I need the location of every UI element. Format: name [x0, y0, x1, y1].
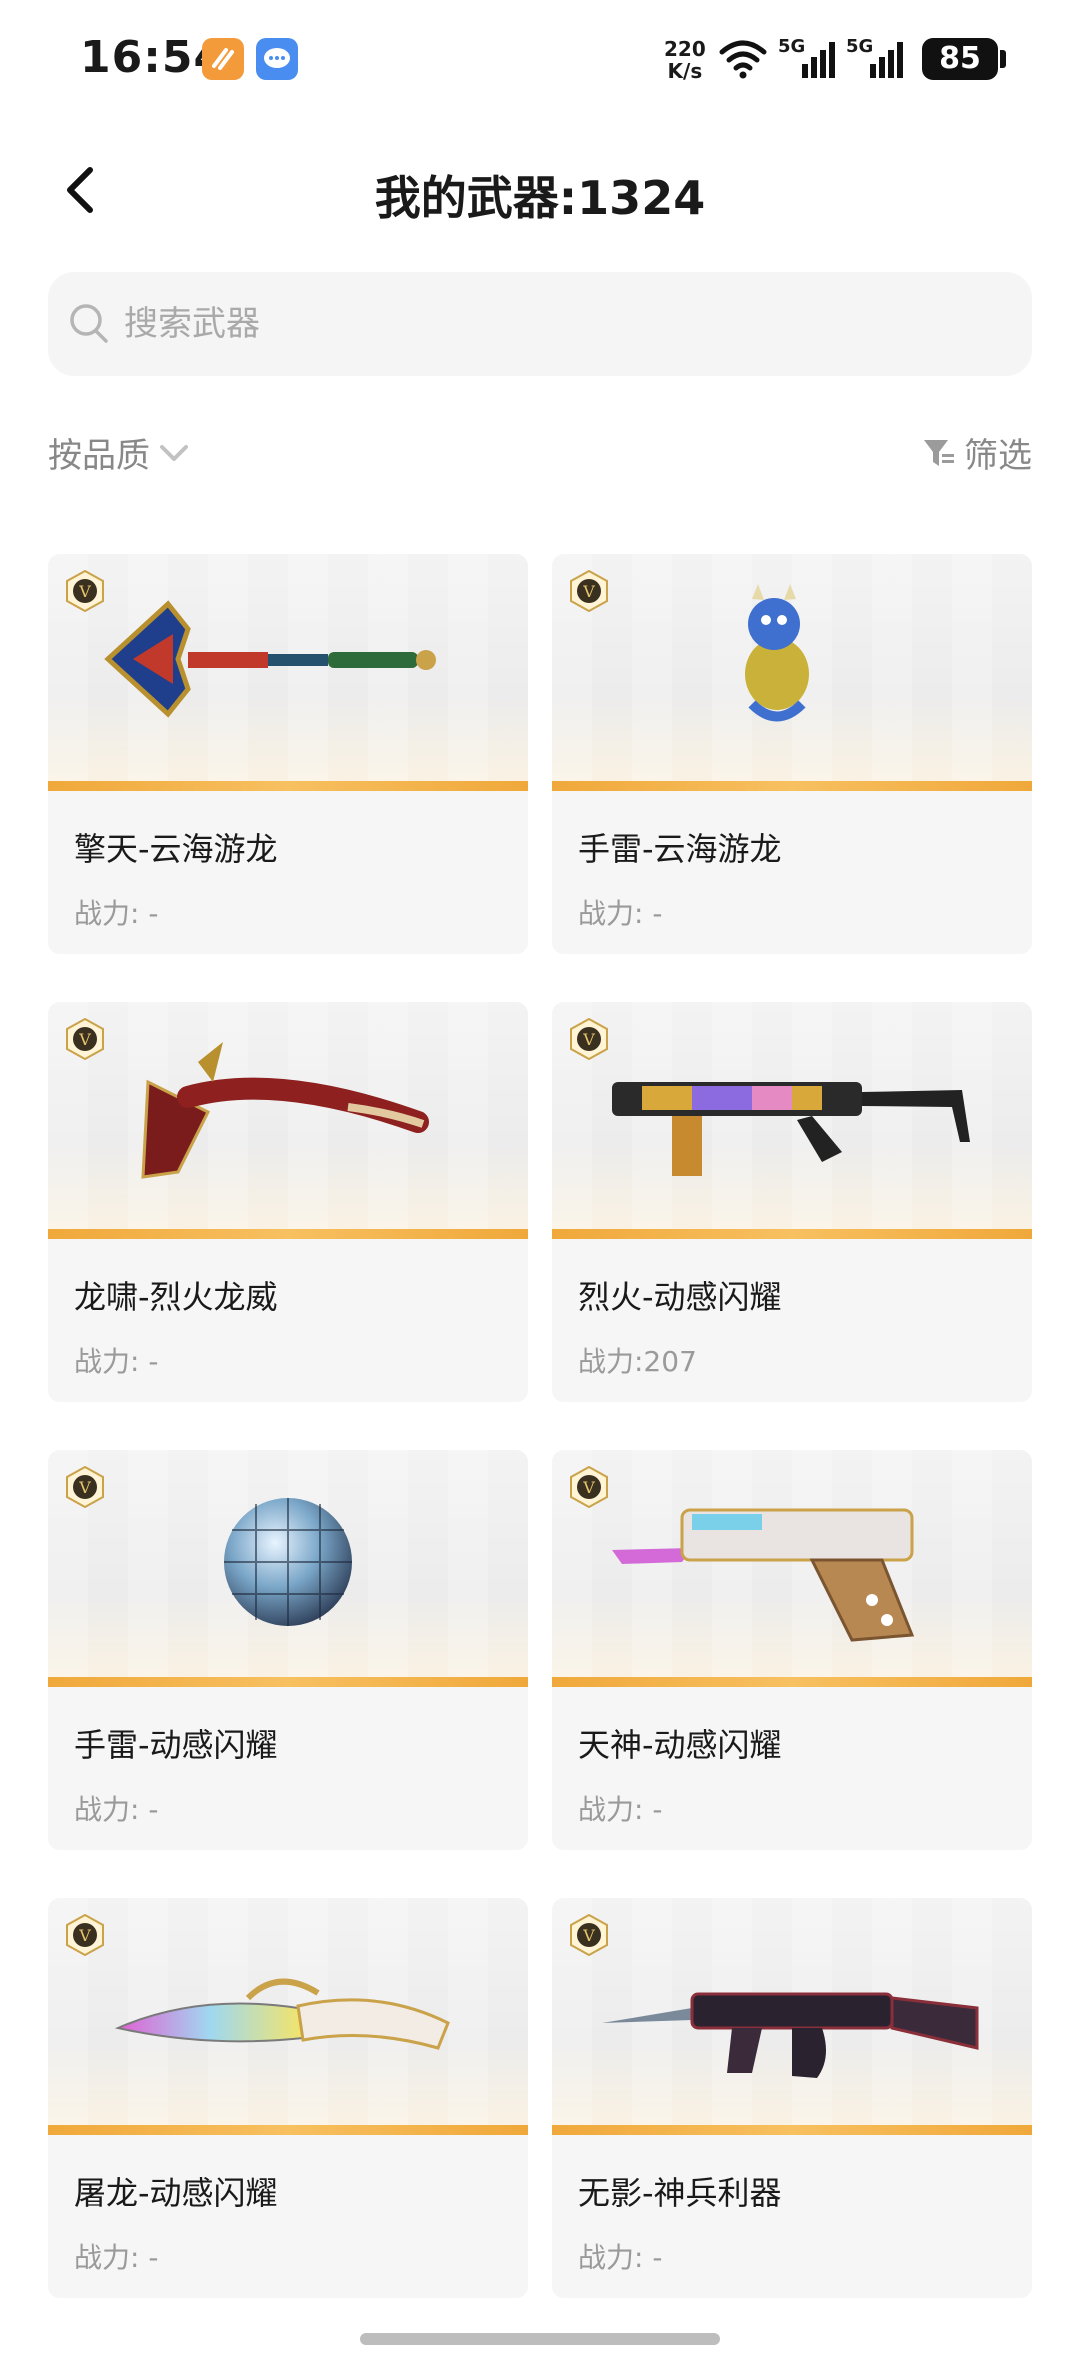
v-rank-badge-icon: V — [570, 1018, 608, 1060]
svg-text:V: V — [78, 1478, 91, 1497]
sort-by-quality-dropdown[interactable]: 按品质 — [48, 428, 190, 477]
weapon-name: 擎天-云海游龙 — [74, 830, 278, 868]
submachine-gun-icon — [612, 1082, 970, 1176]
weapon-name: 无影-神兵利器 — [578, 2174, 782, 2212]
weapon-power: 战力: - — [74, 897, 159, 930]
weapon-power: 战力:207 — [578, 1345, 697, 1378]
disco-ball-grenade-icon — [224, 1498, 352, 1626]
weapon-power: 战力: - — [578, 2241, 663, 2274]
svg-text:V: V — [582, 1030, 595, 1049]
weapon-name: 手雷-动感闪耀 — [74, 1726, 278, 1764]
weapon-image: V — [552, 554, 1032, 791]
search-input[interactable] — [124, 272, 1004, 376]
svg-text:V: V — [582, 1926, 595, 1945]
chevron-down-icon — [160, 444, 188, 461]
message-app-icon — [256, 38, 298, 80]
weapon-card[interactable]: V 天神-动感闪耀 战力: - — [552, 1450, 1032, 1850]
search-icon — [70, 304, 108, 343]
pistol-icon — [612, 1508, 915, 1642]
orange-app-icon — [202, 38, 244, 80]
weapon-card[interactable]: V 烈火-动感闪耀 战力:207 — [552, 1002, 1032, 1402]
v-rank-badge-icon: V — [66, 1914, 104, 1956]
home-indicator[interactable] — [360, 2333, 720, 2345]
knife-icon — [114, 1978, 450, 2050]
filter-button[interactable]: 筛选 — [922, 428, 1032, 477]
search-box[interactable] — [48, 272, 1032, 376]
battery-tip — [1000, 50, 1006, 68]
weapon-card[interactable]: V 龙啸-烈火龙威 战力: - — [48, 1002, 528, 1402]
sort-label: 按品质 — [48, 436, 150, 476]
page-title: 我的武器:1324 — [374, 171, 706, 225]
weapon-card[interactable]: V 手雷-动感闪耀 战力: - — [48, 1450, 528, 1850]
status-bar: 16:54 220 K/s 5G 5G 85 — [0, 0, 1080, 120]
weapon-image: V — [48, 1898, 528, 2135]
svg-text:V: V — [78, 1030, 91, 1049]
weapon-power: 战力: - — [74, 1793, 159, 1826]
battery-icon: 85 — [922, 38, 998, 80]
signal-icon: 5G — [778, 36, 842, 80]
weapon-name: 龙啸-烈火龙威 — [74, 1278, 278, 1316]
network-speed: 220 K/s — [664, 37, 706, 83]
v-rank-badge-icon: V — [570, 1914, 608, 1956]
weapon-image: V — [48, 1450, 528, 1687]
weapon-card[interactable]: V 手雷-云海游龙 战力: - — [552, 554, 1032, 954]
weapon-name: 屠龙-动感闪耀 — [74, 2174, 278, 2212]
signal-icon-2: 5G — [846, 36, 910, 80]
dragon-shovel-icon — [104, 600, 436, 718]
v-rank-badge-icon: V — [570, 570, 608, 612]
v-rank-badge-icon: V — [570, 1466, 608, 1508]
v-rank-badge-icon: V — [66, 1466, 104, 1508]
weapon-name: 手雷-云海游龙 — [578, 830, 782, 868]
weapon-card[interactable]: V 屠龙-动感闪耀 战力: - — [48, 1898, 528, 2298]
v-rank-badge-icon: V — [66, 570, 104, 612]
dragon-axe-icon — [141, 1042, 429, 1179]
weapon-power: 战力: - — [578, 1793, 663, 1826]
weapon-name: 烈火-动感闪耀 — [578, 1278, 782, 1316]
weapon-image: V — [552, 1450, 1032, 1687]
weapon-image: V — [552, 1002, 1032, 1239]
weapon-name: 天神-动感闪耀 — [578, 1726, 782, 1764]
dragon-grenade-icon — [745, 584, 809, 722]
weapon-power: 战力: - — [578, 897, 663, 930]
v-rank-badge-icon: V — [66, 1018, 104, 1060]
weapon-image: V — [48, 554, 528, 791]
weapon-image: V — [552, 1898, 1032, 2135]
weapon-card[interactable]: V 擎天-云海游龙 战力: - — [48, 554, 528, 954]
weapon-power: 战力: - — [74, 2241, 159, 2274]
weapon-card[interactable]: V 无影-神兵利器 战力: - — [552, 1898, 1032, 2298]
svg-text:V: V — [582, 1478, 595, 1497]
wifi-icon — [719, 40, 767, 79]
svg-text:V: V — [78, 1926, 91, 1945]
header: 我的武器:1324 — [0, 140, 1080, 240]
rifle-icon — [602, 1992, 979, 2078]
svg-text:V: V — [78, 582, 91, 601]
funnel-icon — [924, 439, 954, 466]
weapon-power: 战力: - — [74, 1345, 159, 1378]
filter-label: 筛选 — [964, 436, 1032, 476]
svg-text:V: V — [582, 582, 595, 601]
weapon-image: V — [48, 1002, 528, 1239]
